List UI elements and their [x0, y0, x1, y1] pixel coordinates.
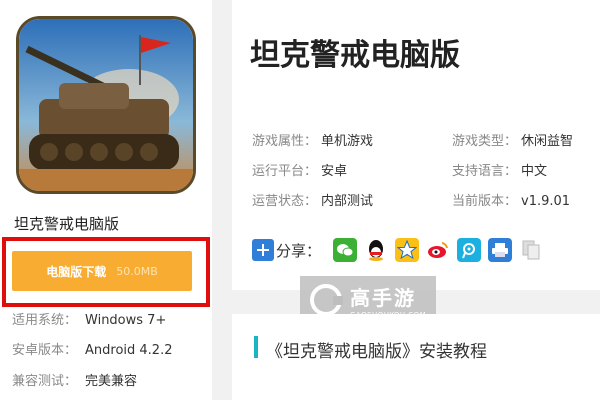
weibo-icon[interactable]	[426, 238, 451, 262]
spec-value: Android 4.2.2	[85, 343, 173, 358]
attr-value: 单机游戏	[321, 134, 374, 149]
attr-version: 当前版本： v1.9.01	[452, 190, 570, 209]
copy-icon[interactable]	[519, 238, 544, 262]
share-plus-icon[interactable]	[252, 239, 274, 261]
attr-key: 当前版本：	[452, 194, 518, 209]
qzone-icon[interactable]	[395, 238, 420, 262]
spec-key: 兼容测试：	[12, 374, 78, 389]
print-icon[interactable]	[488, 238, 513, 262]
attr-status: 运营状态： 内部测试	[252, 190, 373, 209]
page-title: 坦克警戒电脑版	[250, 38, 460, 73]
spec-value: Windows 7+	[85, 313, 167, 328]
download-button[interactable]: 电脑版下载 50.0MB	[12, 251, 192, 291]
attr-key: 支持语言：	[452, 164, 518, 179]
attr-key: 游戏属性：	[252, 134, 318, 149]
watermark-main-text: 高手游	[350, 285, 416, 310]
section-accent-bar	[254, 336, 258, 358]
attr-game-property: 游戏属性： 单机游戏	[252, 130, 373, 149]
attr-key: 运营状态：	[252, 194, 318, 209]
wechat-icon[interactable]	[333, 238, 358, 262]
qq-icon[interactable]	[364, 238, 389, 262]
attr-key: 游戏类型：	[452, 134, 518, 149]
tencent-weibo-icon[interactable]	[457, 238, 482, 262]
app-icon-image[interactable]	[16, 16, 196, 194]
app-name: 坦克警戒电脑版	[14, 215, 120, 233]
gaoshouyou-logo-icon	[310, 284, 343, 316]
attr-value: 安卓	[321, 164, 348, 179]
section-title: 《坦克警戒电脑版》安装教程	[266, 342, 487, 362]
download-size: 50.0MB	[116, 264, 158, 278]
attr-language: 支持语言： 中文	[452, 160, 547, 179]
share-label: 分享：	[276, 241, 322, 260]
attr-game-type: 游戏类型： 休闲益智	[452, 130, 573, 149]
attr-key: 运行平台：	[252, 164, 318, 179]
attr-platform: 运行平台： 安卓	[252, 160, 347, 179]
attr-value: 中文	[521, 164, 548, 179]
share-bar: 分享：	[252, 238, 550, 262]
download-button-label: 电脑版下载	[46, 264, 107, 279]
spec-key: 适用系统：	[12, 313, 78, 328]
spec-row-system: 适用系统： Windows 7+	[12, 309, 166, 328]
spec-value: 完美兼容	[85, 374, 138, 389]
attr-value: 休闲益智	[521, 134, 574, 149]
spec-row-android: 安卓版本： Android 4.2.2	[12, 339, 173, 358]
spec-key: 安卓版本：	[12, 343, 78, 358]
attr-value: v1.9.01	[521, 194, 571, 209]
attr-value: 内部测试	[321, 194, 374, 209]
spec-row-compat: 兼容测试： 完美兼容	[12, 370, 137, 389]
